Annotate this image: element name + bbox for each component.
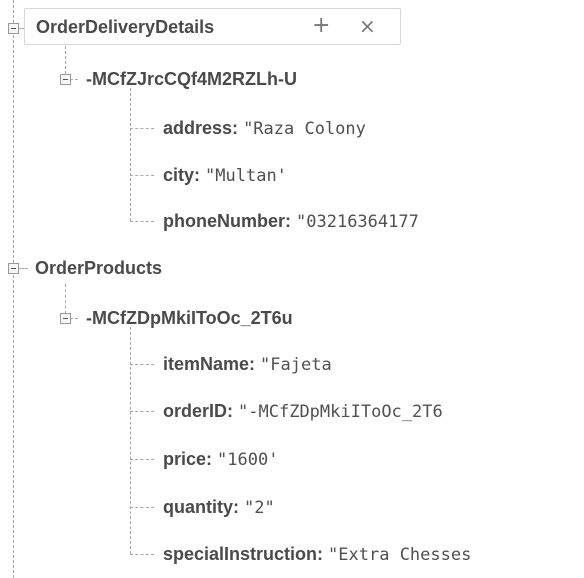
leaf-key-address: address:	[163, 118, 239, 138]
leaf-key-city: city:	[163, 165, 201, 185]
leaf-item-name[interactable]: itemName: "Fajeta	[163, 353, 332, 376]
tree-connector	[130, 128, 154, 129]
leaf-value-quantity[interactable]: "2"	[244, 498, 275, 518]
leaf-phone-number[interactable]: phoneNumber: "03216364177	[163, 210, 419, 233]
leaf-value-price[interactable]: "1600'	[217, 450, 278, 470]
leaf-value-item-name[interactable]: "Fajeta	[260, 355, 332, 375]
leaf-value-order-id[interactable]: "-MCfZDpMkiIToOc_2T6	[238, 402, 443, 422]
leaf-key-special-instruction: specialInstruction:	[163, 544, 324, 564]
leaf-address[interactable]: address: "Raza Colony	[163, 117, 366, 140]
node-key-order-delivery-details[interactable]: OrderDeliveryDetails	[36, 16, 214, 38]
leaf-key-phone-number: phoneNumber:	[163, 211, 291, 231]
tree-connector	[65, 46, 66, 74]
tree-connector	[130, 364, 154, 365]
leaf-price[interactable]: price: "1600'	[163, 448, 278, 471]
leaf-city[interactable]: city: "Multan'	[163, 164, 287, 187]
leaf-key-quantity: quantity:	[163, 497, 239, 517]
tree-connector	[18, 268, 28, 269]
tree-connector	[130, 411, 154, 412]
leaf-key-price: price:	[163, 449, 213, 469]
tree-connector	[130, 327, 131, 554]
collapse-toggle-icon[interactable]	[8, 23, 19, 34]
delete-node-icon[interactable]: ×	[359, 15, 376, 37]
node-key-products-child[interactable]: -MCfZDpMkiIToOc_2T6u	[86, 307, 293, 329]
node-key-delivery-child[interactable]: -MCfZJrcCQf4M2RZLh-U	[86, 68, 297, 90]
database-tree: OrderDeliveryDetails + × -MCfZJrcCQf4M2R…	[0, 0, 584, 578]
tree-connector	[65, 284, 66, 314]
tree-connector	[13, 0, 14, 578]
tree-connector	[70, 79, 78, 80]
tree-connector	[70, 318, 78, 319]
tree-connector	[130, 221, 154, 222]
tree-connector	[130, 554, 154, 555]
collapse-toggle-icon[interactable]	[60, 313, 71, 324]
node-header-order-delivery-details[interactable]: OrderDeliveryDetails + ×	[24, 8, 401, 45]
add-child-icon[interactable]: +	[312, 15, 330, 37]
leaf-value-address[interactable]: "Raza Colony	[243, 119, 366, 139]
tree-connector	[130, 459, 154, 460]
leaf-value-phone-number[interactable]: "03216364177	[296, 212, 419, 232]
tree-connector	[130, 175, 154, 176]
leaf-special-instruction[interactable]: specialInstruction: "Extra Chesses	[163, 543, 584, 566]
leaf-key-item-name: itemName:	[163, 354, 256, 374]
collapse-toggle-icon[interactable]	[8, 263, 19, 274]
tree-connector	[130, 507, 154, 508]
leaf-value-city[interactable]: "Multan'	[205, 166, 287, 186]
collapse-toggle-icon[interactable]	[60, 74, 71, 85]
leaf-order-id[interactable]: orderID: "-MCfZDpMkiIToOc_2T6	[163, 400, 443, 423]
leaf-value-special-instruction[interactable]: "Extra Chesses	[328, 545, 471, 565]
leaf-quantity[interactable]: quantity: "2"	[163, 496, 275, 519]
tree-connector	[130, 88, 131, 221]
leaf-key-order-id: orderID:	[163, 401, 234, 421]
node-key-order-products[interactable]: OrderProducts	[35, 257, 162, 279]
